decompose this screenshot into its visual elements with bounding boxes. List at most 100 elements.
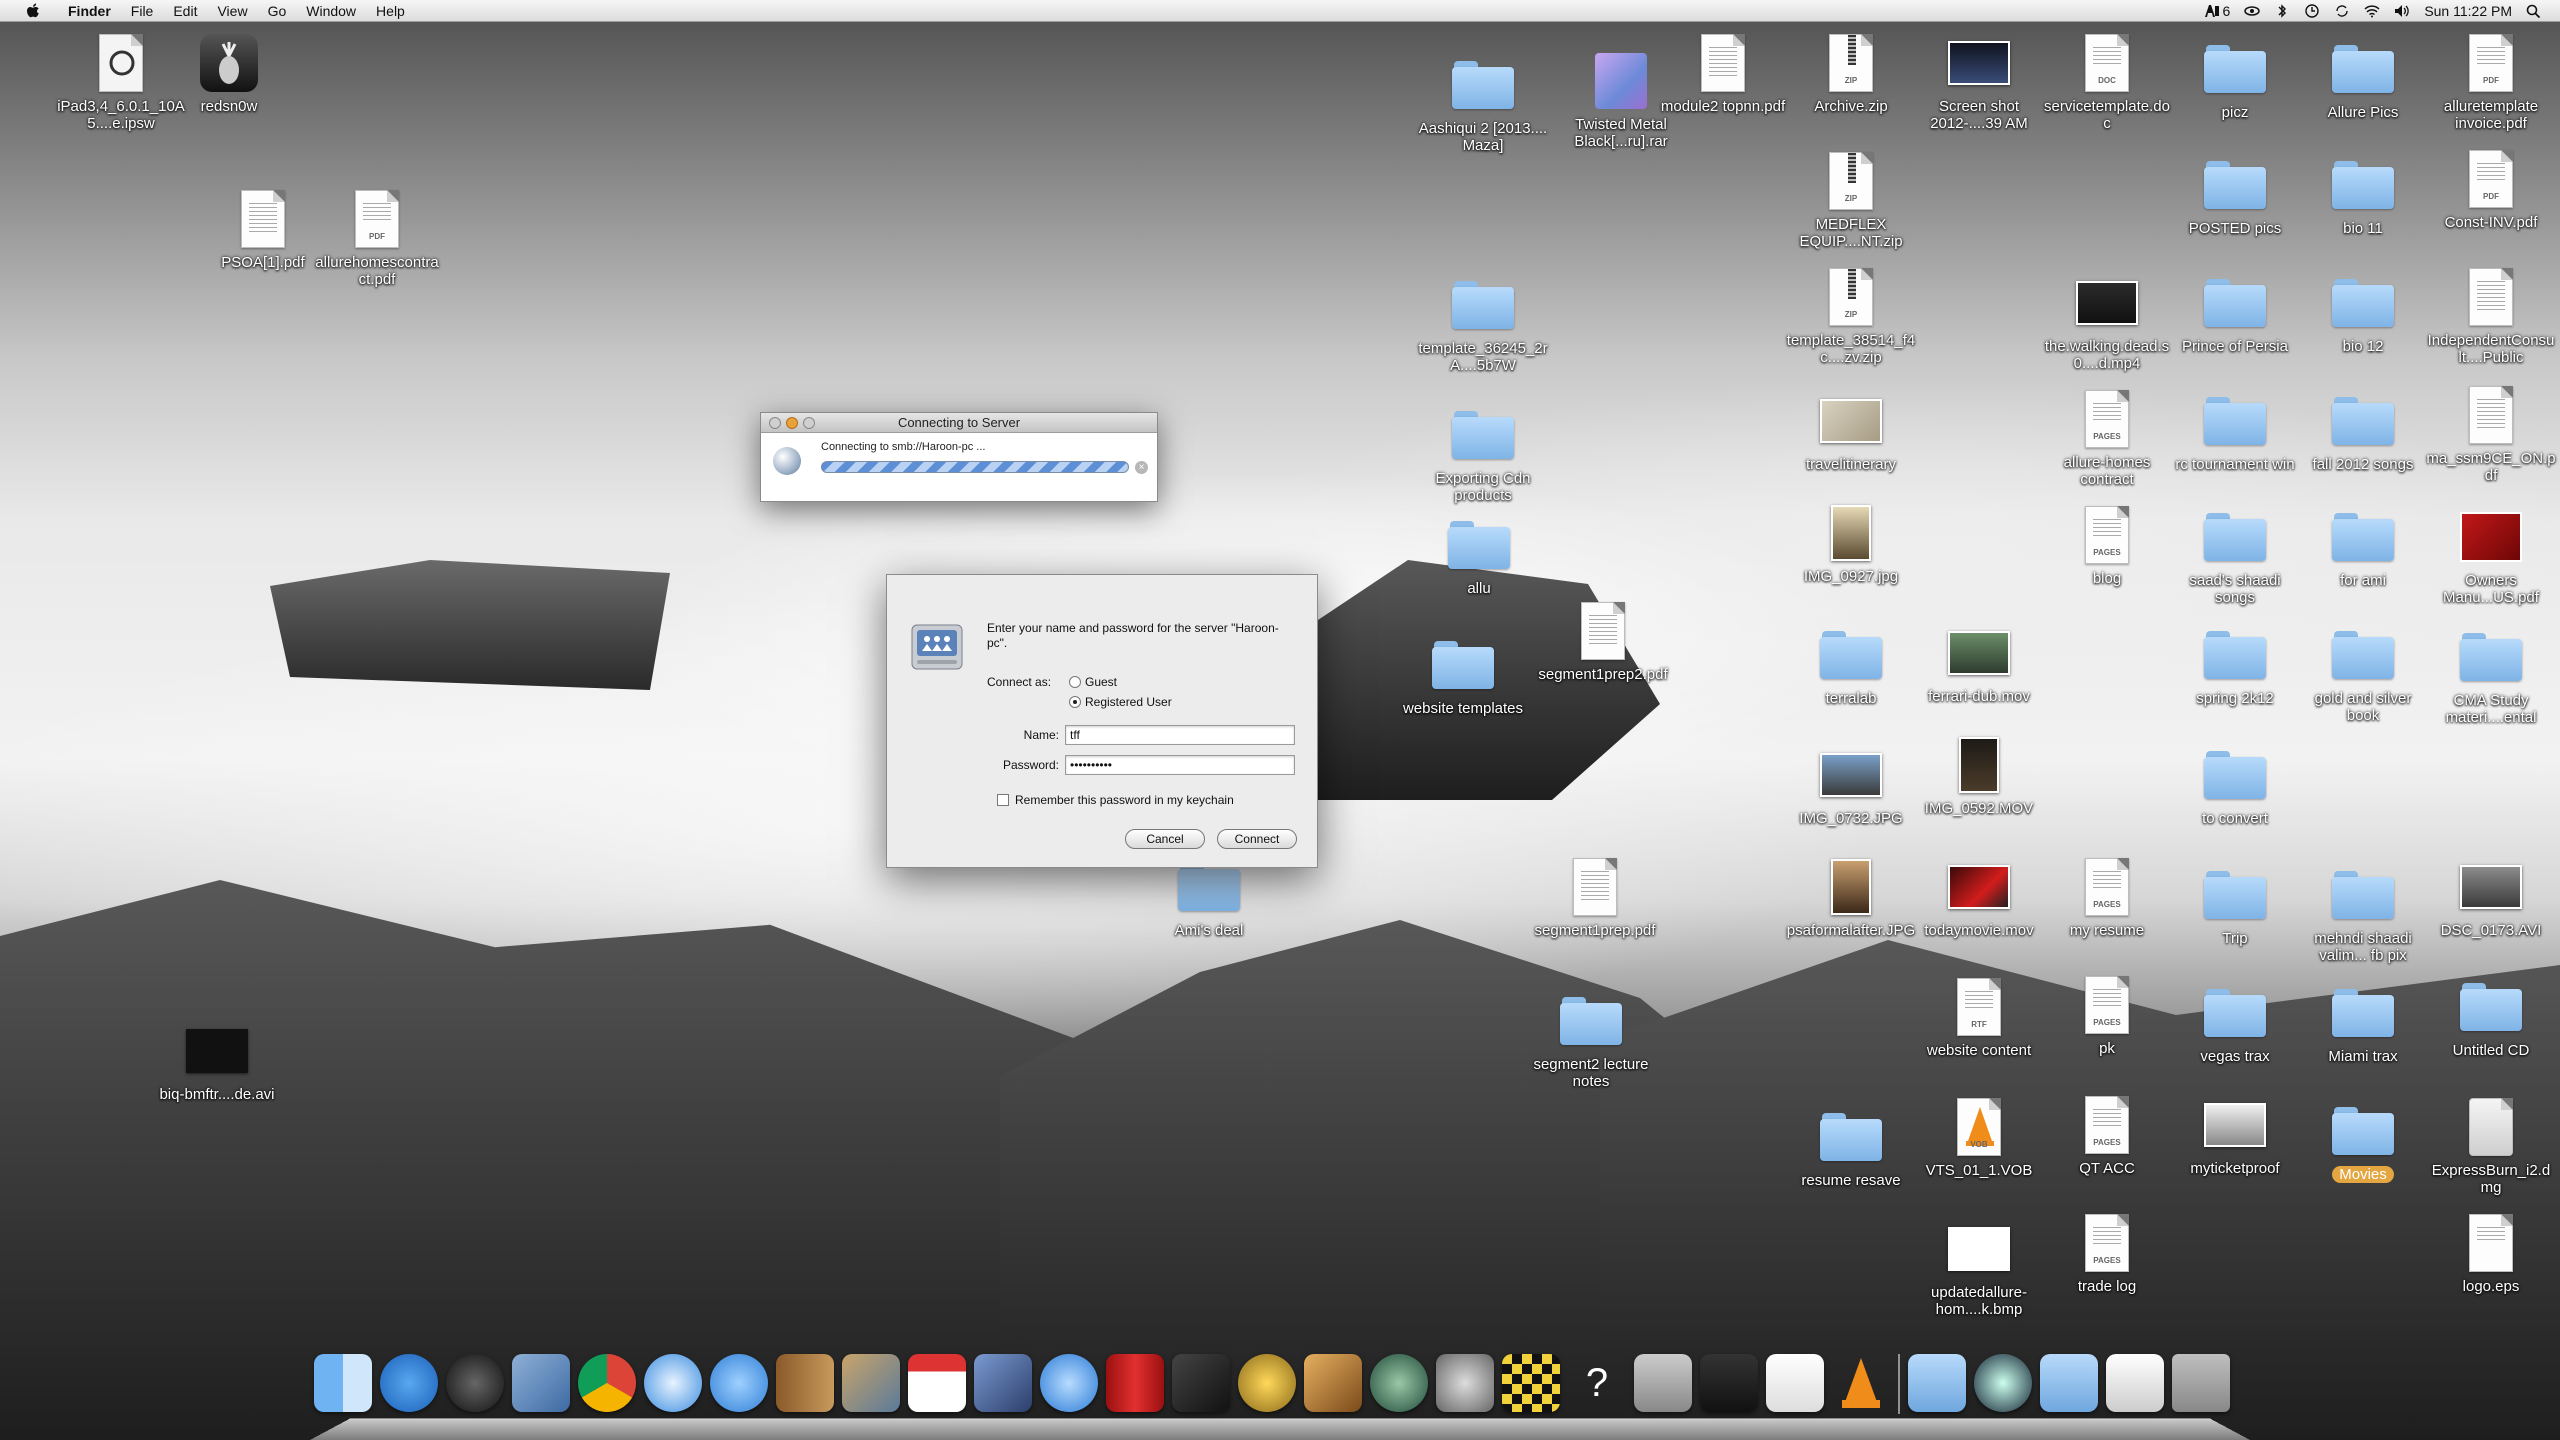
itunes-dock-icon[interactable] xyxy=(1040,1354,1098,1412)
desktop-icon-posted-pics[interactable]: POSTED pics xyxy=(2170,154,2300,237)
eye-app-dock-icon[interactable] xyxy=(1974,1354,2032,1412)
applications-stack-dock-icon[interactable] xyxy=(1908,1354,1966,1412)
acrobat-dock-icon[interactable] xyxy=(1766,1354,1824,1412)
desktop-icon-screenshot[interactable]: Screen shot 2012-....39 AM xyxy=(1914,32,2044,132)
desktop-icon-archive-zip[interactable]: ZIP Archive.zip xyxy=(1786,32,1916,115)
desktop-icon-alluretemplate-invoice[interactable]: PDF alluretemplate invoice.pdf xyxy=(2426,32,2556,132)
menu-go[interactable]: Go xyxy=(258,0,297,22)
guest-radio-label[interactable]: Guest xyxy=(1085,675,1117,689)
desktop-icon-ferrari-dub[interactable]: ferrari-dub.mov xyxy=(1914,622,2044,705)
desktop-icon-website-content[interactable]: RTF website content xyxy=(1914,976,2044,1059)
window-titlebar[interactable]: Connecting to Server xyxy=(761,413,1157,433)
desktop-icon-allure-pics[interactable]: Allure Pics xyxy=(2298,38,2428,121)
imovie-dock-icon[interactable] xyxy=(1172,1354,1230,1412)
remember-password-label[interactable]: Remember this password in my keychain xyxy=(1015,793,1234,807)
desktop-icon-template-38514[interactable]: ZIP template_38514_f4c....zv.zip xyxy=(1786,266,1916,366)
desktop-icon-independentconsult[interactable]: IndependentConsult....Public xyxy=(2426,266,2556,366)
menu-window[interactable]: Window xyxy=(296,0,366,22)
desktop-icon-servicetemplate[interactable]: DOC servicetemplate.doc xyxy=(2042,32,2172,132)
desktop-icon-medflex[interactable]: ZIP MEDFLEX EQUIP....NT.zip xyxy=(1786,150,1916,250)
desktop-icon-biq-avi[interactable]: biq-bmftr....de.avi xyxy=(152,1020,282,1103)
remember-password-checkbox[interactable] xyxy=(997,794,1009,806)
desktop-icon-aashiqui[interactable]: Aashiqui 2 [2013.... Maza] xyxy=(1418,54,1548,154)
desktop-icon-amis-deal[interactable]: Ami's deal xyxy=(1144,856,1274,939)
desktop-icon-prince-of-persia[interactable]: Prince of Persia xyxy=(2170,272,2300,355)
apple-menu-icon[interactable] xyxy=(22,3,44,18)
menu-edit[interactable]: Edit xyxy=(163,0,207,22)
finder-dock-icon[interactable] xyxy=(314,1354,372,1412)
desktop-icon-expressburn[interactable]: ExpressBurn_i2.dmg xyxy=(2426,1096,2556,1196)
dashboard-dock-icon[interactable] xyxy=(446,1354,504,1412)
iphoto-dock-icon[interactable] xyxy=(842,1354,900,1412)
desktop-icon-vegas-trax[interactable]: vegas trax xyxy=(2170,982,2300,1065)
garageband-dock-icon[interactable] xyxy=(1304,1354,1362,1412)
desktop-icon-bio-11[interactable]: bio 11 xyxy=(2298,154,2428,237)
desktop-icon-movies[interactable]: Movies xyxy=(2298,1100,2428,1183)
downloads-stack-dock-icon[interactable] xyxy=(2106,1354,2164,1412)
desktop-icon-spring-2k12[interactable]: spring 2k12 xyxy=(2170,624,2300,707)
desktop-icon-saads-shaadi[interactable]: saad's shaadi songs xyxy=(2170,506,2300,606)
desktop-icon-img-0927[interactable]: IMG_0927.jpg xyxy=(1786,502,1916,585)
desktop-icon-module2[interactable]: module2 topnn.pdf xyxy=(1658,32,1788,115)
menu-view[interactable]: View xyxy=(207,0,257,22)
connect-button[interactable]: Connect xyxy=(1217,829,1297,849)
desktop-icon-allure-homes-contract[interactable]: PAGES allure-homes contract xyxy=(2042,388,2172,488)
desktop-icon-dsc-0173[interactable]: DSC_0173.AVI xyxy=(2426,856,2556,939)
desktop-icon-to-convert[interactable]: to convert xyxy=(2170,744,2300,827)
desktop-icon-logo-eps[interactable]: logo.eps xyxy=(2426,1212,2556,1295)
desktop-icon-redsn0w[interactable]: redsn0w xyxy=(164,32,294,115)
eye-status-icon[interactable] xyxy=(2244,4,2261,18)
desktop-icon-pk[interactable]: PAGES pk xyxy=(2042,974,2172,1057)
wifi-icon[interactable] xyxy=(2364,4,2380,18)
safari-dock-icon[interactable] xyxy=(644,1354,702,1412)
hp-printer-dock-icon[interactable] xyxy=(1634,1354,1692,1412)
menu-finder[interactable]: Finder xyxy=(58,0,121,22)
desktop-icon-trade-log[interactable]: PAGES trade log xyxy=(2042,1212,2172,1295)
desktop-icon-allurehomescontract[interactable]: PDF allurehomescontract.pdf xyxy=(312,188,442,288)
desktop-icon-bio-12[interactable]: bio 12 xyxy=(2298,272,2428,355)
bluetooth-icon[interactable] xyxy=(2274,3,2290,18)
desktop-icon-picz[interactable]: picz xyxy=(2170,38,2300,121)
password-input[interactable] xyxy=(1065,755,1295,775)
desktop-icon-fall-2012[interactable]: fall 2012 songs xyxy=(2298,390,2428,473)
volume-icon[interactable] xyxy=(2394,4,2410,18)
desktop-icon-psoa[interactable]: PSOA[1].pdf xyxy=(198,188,328,271)
registered-user-radio-label[interactable]: Registered User xyxy=(1085,695,1172,709)
desktop-icon-allu[interactable]: allu xyxy=(1414,514,1544,597)
desktop-icon-exporting-cdn[interactable]: Exporting Cdn products xyxy=(1418,404,1548,504)
photo-booth-dock-icon[interactable] xyxy=(974,1354,1032,1412)
desktop-icon-miami-trax[interactable]: Miami trax xyxy=(2298,982,2428,1065)
menu-help[interactable]: Help xyxy=(366,0,415,22)
minimize-button[interactable] xyxy=(786,417,798,429)
desktop-icon-owners-manual[interactable]: Owners Manu...US.pdf xyxy=(2426,506,2556,606)
cancel-button[interactable]: Cancel xyxy=(1125,829,1205,849)
desktop-icon-blog[interactable]: PAGES blog xyxy=(2042,504,2172,587)
desktop-icon-todaymovie[interactable]: todaymovie.mov xyxy=(1914,856,2044,939)
app-store-dock-icon[interactable] xyxy=(380,1354,438,1412)
desktop-icon-rc-tournament[interactable]: rc tournament win xyxy=(2170,390,2300,473)
menubar-clock[interactable]: Sun 11:22 PM xyxy=(2424,3,2512,19)
desktop-icon-ma-ssm9ce[interactable]: ma_ssm9CE_ON.pdf xyxy=(2426,384,2556,484)
zoom-button[interactable] xyxy=(803,417,815,429)
printer-dock-icon[interactable] xyxy=(1700,1354,1758,1412)
trash-dock-icon[interactable] xyxy=(2172,1354,2230,1412)
crossword-dock-icon[interactable] xyxy=(1502,1354,1560,1412)
registered-user-radio[interactable] xyxy=(1069,696,1081,708)
desktop-icon-travelitinerary[interactable]: travelitinerary xyxy=(1786,390,1916,473)
front-row-dock-icon[interactable] xyxy=(1106,1354,1164,1412)
menu-file[interactable]: File xyxy=(121,0,164,22)
desktop-icon-segment2-notes[interactable]: segment2 lecture notes xyxy=(1526,990,1656,1090)
close-button[interactable] xyxy=(769,417,781,429)
chrome-dock-icon[interactable] xyxy=(578,1354,636,1412)
desktop-icon-vts-vob[interactable]: VOB VTS_01_1.VOB xyxy=(1914,1096,2044,1179)
desktop-icon-walking-dead[interactable]: the.walking.dead.s0....d.mp4 xyxy=(2042,272,2172,372)
guest-radio[interactable] xyxy=(1069,676,1081,688)
desktop-icon-img-0732[interactable]: IMG_0732.JPG xyxy=(1786,744,1916,827)
desktop-icon-segment1prep[interactable]: segment1prep.pdf xyxy=(1530,856,1660,939)
mail-dock-icon[interactable] xyxy=(512,1354,570,1412)
desktop-icon-segment1prep2[interactable]: segment1prep2.pdf xyxy=(1538,600,1668,683)
spotlight-search-icon[interactable] xyxy=(2526,4,2542,18)
name-input[interactable] xyxy=(1065,725,1295,745)
documents-stack-dock-icon[interactable] xyxy=(2040,1354,2098,1412)
desktop-icon-untitled-cd[interactable]: Untitled CD xyxy=(2426,976,2556,1059)
